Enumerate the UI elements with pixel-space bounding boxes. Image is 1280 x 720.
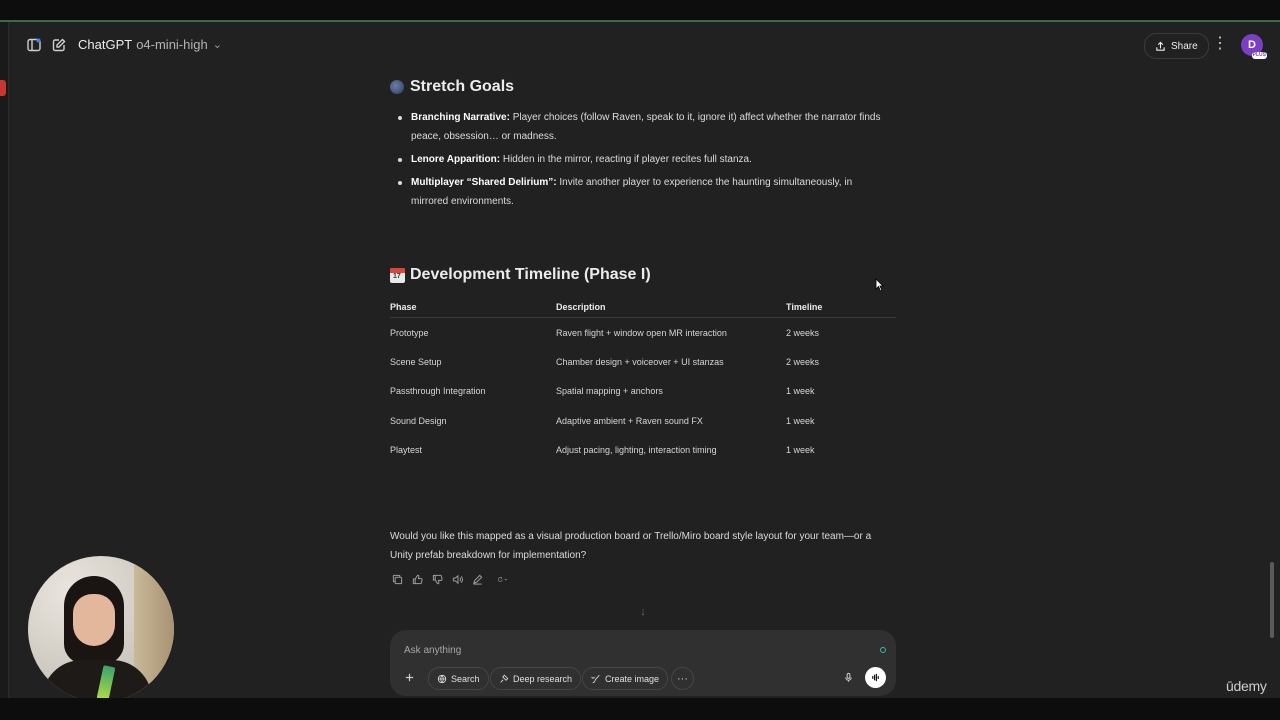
header: ChatGPT o4-mini-high ⌄ Share ⋮ D PLUS <box>8 22 1280 68</box>
prompt-input[interactable] <box>402 640 866 660</box>
timeline-table: Phase Description Timeline Prototype Rave… <box>390 297 896 464</box>
red-tab-indicator[interactable] <box>0 80 6 96</box>
timeline-cell: 1 week <box>786 415 815 426</box>
status-dot-icon <box>880 647 886 653</box>
table-row: Sound Design Adaptive ambient + Raven sou… <box>390 406 896 435</box>
new-chat-icon[interactable] <box>48 34 70 56</box>
message-actions <box>390 572 900 586</box>
phase-cell: Passthrough Integration <box>390 386 486 397</box>
more-options-icon[interactable]: ⋮ <box>1211 35 1229 55</box>
table-row: Passthrough Integration Spatial mapping +… <box>390 377 896 406</box>
copy-icon[interactable] <box>390 572 404 586</box>
moon-icon <box>390 80 404 94</box>
watermark-logo: ūdemy <box>1226 678 1267 694</box>
thumbs-down-icon[interactable] <box>430 572 444 586</box>
list-item: Branching Narrative: Player choices (fol… <box>398 108 891 146</box>
phase-cell: Scene Setup <box>390 356 442 367</box>
timeline-title: Development Timeline (Phase I) <box>410 266 651 283</box>
phase-cell: Playtest <box>390 444 423 455</box>
table-header-row: Phase Description Timeline <box>390 297 896 318</box>
mouse-cursor-icon <box>875 278 884 292</box>
description-cell: Chamber design + voiceover + UI stanzas <box>556 356 724 367</box>
table-row: Playtest Adjust pacing, lighting, interac… <box>390 435 896 464</box>
stretch-goals-heading: Stretch Goals <box>390 78 900 96</box>
regenerate-icon[interactable] <box>490 572 514 586</box>
description-cell: Adjust pacing, lighting, interaction tim… <box>556 444 717 455</box>
list-item: Multiplayer “Shared Delirium”: Invite an… <box>398 173 891 211</box>
browser-side-strip <box>0 22 9 698</box>
bottom-bar <box>0 698 1280 720</box>
chevron-down-icon: ⌄ <box>212 39 222 51</box>
timeline-heading: Development Timeline (Phase I) <box>390 266 900 284</box>
description-cell: Spatial mapping + anchors <box>556 386 663 397</box>
column-header-phase: Phase <box>390 297 556 318</box>
edit-canvas-icon[interactable] <box>470 572 484 586</box>
timeline-cell: 1 week <box>786 386 815 397</box>
column-header-description: Description <box>556 297 786 318</box>
attach-plus-icon[interactable] <box>399 667 420 688</box>
stretch-goals-list: Branching Narrative: Player choices (fol… <box>390 108 921 215</box>
timeline-cell: 1 week <box>786 444 815 455</box>
plan-badge: PLUS <box>1251 52 1267 59</box>
timeline-cell: 2 weeks <box>786 327 820 338</box>
description-cell: Raven flight + window open MR interactio… <box>556 327 727 338</box>
stretch-goals-title: Stretch Goals <box>410 78 515 95</box>
phase-cell: Prototype <box>390 327 429 338</box>
description-cell: Adaptive ambient + Raven sound FX <box>556 415 703 426</box>
search-label: Search <box>451 673 480 684</box>
create-image-label: Create image <box>605 673 660 684</box>
more-tools-icon[interactable]: ··· <box>671 667 694 690</box>
webcam-presenter-face <box>73 594 115 646</box>
share-button[interactable]: Share <box>1144 33 1209 59</box>
avatar-initial: D <box>1248 39 1256 51</box>
app-name: ChatGPT <box>78 37 133 52</box>
deep-research-label: Deep research <box>513 673 573 684</box>
list-item-label: Branching Narrative: <box>411 112 510 123</box>
calendar-icon <box>390 267 405 283</box>
list-item: Lenore Apparition: Hidden in the mirror,… <box>398 150 891 169</box>
sidebar-toggle-icon[interactable] <box>23 34 45 56</box>
model-selector[interactable]: ChatGPT o4-mini-high ⌄ <box>78 37 222 52</box>
share-label: Share <box>1171 40 1198 52</box>
assistant-question: Would you like this mapped as a visual p… <box>390 531 872 561</box>
scrollbar[interactable] <box>1270 562 1274 638</box>
read-aloud-icon[interactable] <box>450 572 464 586</box>
table-row: Scene Setup Chamber design + voiceover + … <box>390 347 896 376</box>
create-image-button[interactable]: Create image <box>582 667 669 690</box>
composer: Search Deep research Create image ··· <box>390 630 896 696</box>
avatar[interactable]: D PLUS <box>1241 34 1267 59</box>
list-item-label: Lenore Apparition: <box>411 154 501 165</box>
timeline-cell: 2 weeks <box>786 356 820 367</box>
phase-cell: Sound Design <box>390 415 447 426</box>
model-name: o4-mini-high <box>136 37 208 52</box>
webcam-overlay <box>28 556 174 702</box>
table-row: Prototype Raven flight + window open MR i… <box>390 318 896 348</box>
list-item-text: Hidden in the mirror, reacting if player… <box>500 154 752 165</box>
microphone-icon[interactable] <box>838 667 859 688</box>
thumbs-up-icon[interactable] <box>410 572 424 586</box>
deep-research-button[interactable]: Deep research <box>490 667 582 690</box>
voice-mode-icon[interactable] <box>865 667 886 688</box>
column-header-timeline: Timeline <box>786 297 896 318</box>
search-button[interactable]: Search <box>428 667 489 690</box>
list-item-label: Multiplayer “Shared Delirium”: <box>411 177 557 188</box>
scroll-down-icon[interactable]: ↓ <box>635 606 651 622</box>
